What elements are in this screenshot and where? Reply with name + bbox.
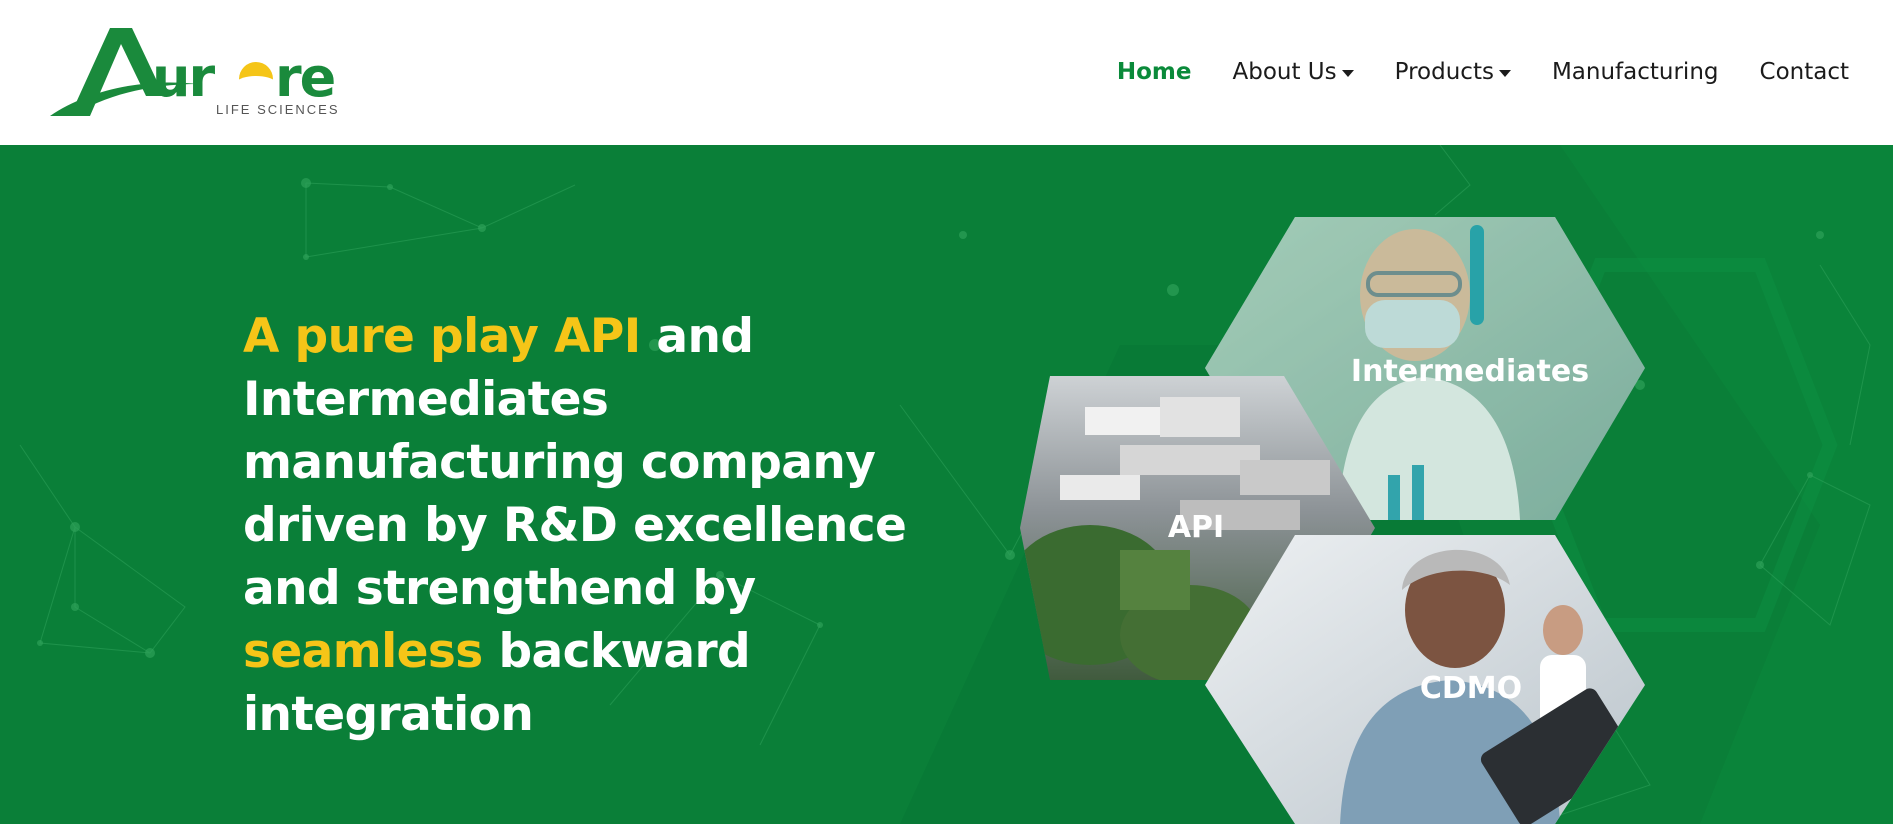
main-nav: Home About Us Products Manufacturing Con… [1117, 52, 1849, 92]
nav-contact-label: Contact [1759, 59, 1849, 85]
nav-about-us-label: About Us [1232, 59, 1337, 85]
aurore-logo[interactable]: ur re LIFE SCIENCES [48, 24, 348, 120]
nav-products-label: Products [1394, 59, 1494, 85]
nav-about-us[interactable]: About Us [1233, 59, 1354, 85]
hex-label-api: API [1168, 510, 1224, 545]
nav-home[interactable]: Home [1117, 59, 1192, 85]
nav-manufacturing-label: Manufacturing [1551, 59, 1719, 85]
svg-text:re: re [275, 46, 335, 109]
nav-manufacturing[interactable]: Manufacturing [1552, 59, 1719, 85]
caret-down-icon [1341, 70, 1354, 77]
caret-down-icon [1498, 70, 1511, 77]
svg-text:ur: ur [152, 46, 215, 109]
nav-products[interactable]: Products [1395, 59, 1511, 85]
site-header: ur re LIFE SCIENCES Home About Us Produc… [0, 0, 1893, 145]
product-hexagons: Intermediates API CDMO [1020, 217, 1645, 824]
logo-tagline: LIFE SCIENCES [216, 102, 340, 117]
hex-label-intermediates: Intermediates [1351, 354, 1589, 389]
hero-section: A pure play API and Intermediates manufa… [0, 145, 1893, 824]
nav-contact[interactable]: Contact [1760, 59, 1849, 85]
nav-home-label: Home [1116, 59, 1192, 85]
hex-label-cdmo: CDMO [1420, 671, 1522, 706]
